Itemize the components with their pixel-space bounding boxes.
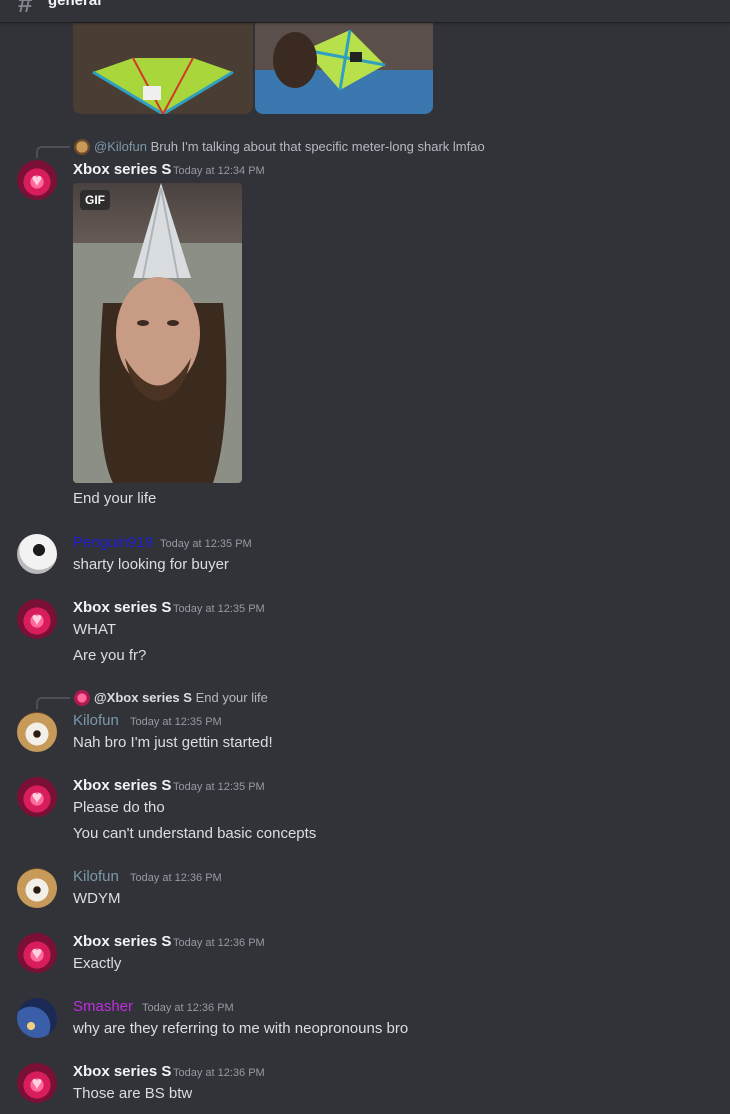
message-text: Those are BS btw	[73, 1085, 193, 1102]
reply-avatar	[74, 139, 90, 155]
reply-mention[interactable]: @Xbox series S	[94, 690, 192, 705]
gif-content	[73, 183, 242, 483]
author-name[interactable]: Xbox series S	[73, 933, 171, 950]
avatar[interactable]: ♥	[17, 1063, 57, 1103]
author-name[interactable]: Xbox series S	[73, 777, 171, 794]
author-name[interactable]: Xbox series S	[73, 161, 171, 178]
message-text: You can't understand basic concepts	[73, 825, 317, 842]
message-text: Are you fr?	[73, 647, 147, 664]
image-attachment[interactable]	[73, 10, 253, 114]
avatar[interactable]: ♥	[17, 933, 57, 973]
pink-heart-eyes-icon: ♥	[31, 170, 43, 190]
reply-preview[interactable]: @Xbox series S End your life	[94, 690, 268, 705]
reply-avatar	[74, 690, 90, 706]
channel-header: # general	[0, 0, 730, 23]
gif-badge: GIF	[80, 190, 110, 210]
author-name[interactable]: Kilofun	[73, 712, 119, 729]
reply-connector	[36, 146, 70, 158]
timestamp: Today at 12:36 PM	[173, 937, 265, 949]
pink-heart-eyes-icon: ♥	[31, 787, 43, 807]
timestamp: Today at 12:36 PM	[173, 1067, 265, 1079]
timestamp: Today at 12:35 PM	[160, 538, 252, 550]
hash-icon: #	[18, 0, 33, 18]
author-name[interactable]: Penguin919	[73, 534, 153, 551]
image-attachment-content	[73, 10, 253, 114]
timestamp: Today at 12:34 PM	[173, 165, 265, 177]
reply-text: Bruh I'm talking about that specific met…	[150, 139, 485, 154]
timestamp: Today at 12:36 PM	[142, 1002, 234, 1014]
timestamp: Today at 12:35 PM	[173, 603, 265, 615]
avatar[interactable]	[17, 534, 57, 574]
avatar[interactable]: ♥	[17, 599, 57, 639]
pink-heart-eyes-icon: ♥	[31, 1073, 43, 1093]
timestamp: Today at 12:36 PM	[130, 872, 222, 884]
author-name[interactable]: Xbox series S	[73, 599, 171, 616]
pink-heart-eyes-icon: ♥	[31, 943, 43, 963]
message-text: sharty looking for buyer	[73, 556, 229, 573]
avatar[interactable]	[17, 998, 57, 1038]
message-text: End your life	[73, 490, 157, 507]
timestamp: Today at 12:35 PM	[173, 781, 265, 793]
avatar[interactable]: ♥	[17, 160, 57, 200]
message-text: Please do tho	[73, 799, 165, 816]
author-name[interactable]: Kilofun	[73, 868, 119, 885]
message-text: why are they referring to me with neopro…	[73, 1020, 409, 1037]
reply-text: End your life	[195, 690, 268, 705]
avatar[interactable]: ♥	[17, 777, 57, 817]
image-attachment-content	[255, 10, 433, 114]
image-attachment[interactable]	[255, 10, 433, 114]
reply-connector	[36, 697, 70, 709]
gif-attachment[interactable]: GIF	[73, 183, 242, 483]
message-text: WHAT	[73, 621, 117, 638]
message-text: Nah bro I'm just gettin started!	[73, 734, 273, 751]
avatar[interactable]	[17, 712, 57, 752]
author-name[interactable]: Xbox series S	[73, 1063, 171, 1080]
avatar[interactable]	[17, 868, 57, 908]
message-text: WDYM	[73, 890, 121, 907]
reply-preview[interactable]: @Kilofun Bruh I'm talking about that spe…	[94, 139, 485, 154]
timestamp: Today at 12:35 PM	[130, 716, 222, 728]
author-name[interactable]: Smasher	[73, 998, 133, 1015]
channel-name[interactable]: general	[48, 0, 101, 9]
reply-mention[interactable]: @Kilofun	[94, 139, 147, 154]
message-text: Exactly	[73, 955, 122, 972]
pink-heart-eyes-icon: ♥	[31, 609, 43, 629]
